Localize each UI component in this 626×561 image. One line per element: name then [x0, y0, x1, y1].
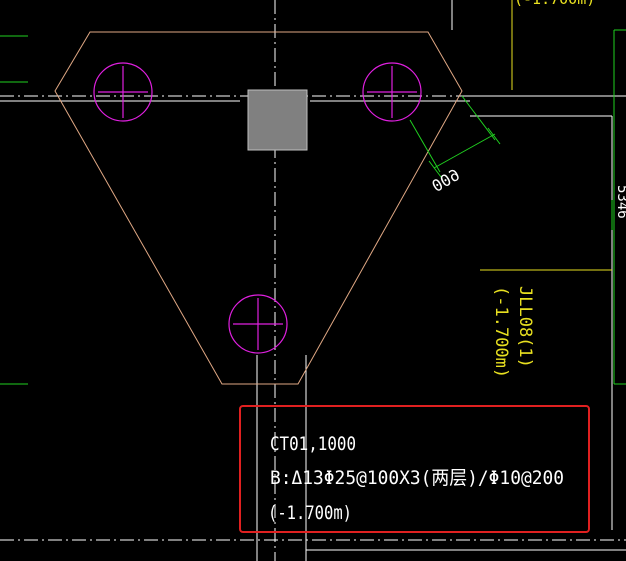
beam-elevation: (-1.700m): [491, 286, 511, 378]
pile-bottom[interactable]: [228, 294, 288, 354]
pile-cap-elevation: (-1.700m): [268, 502, 352, 524]
beam-label: JLL08(1): [515, 286, 535, 368]
top-elevation-note: (-1.700m): [514, 0, 595, 8]
right-dimension-fragment: 5346: [614, 185, 626, 219]
pile-cap-rebar: B:Δ13Φ25@100X3(两层)/Φ10@200: [270, 467, 564, 489]
pile-top-right[interactable]: [362, 62, 422, 122]
cad-drawing-canvas[interactable]: 600 5346 (-1.700m) JLL08(1) (-1.700m) CT…: [0, 0, 626, 561]
column[interactable]: [247, 89, 308, 151]
pile-cap-label: CT01,1000: [270, 433, 356, 455]
pile-top-left[interactable]: [93, 62, 153, 122]
